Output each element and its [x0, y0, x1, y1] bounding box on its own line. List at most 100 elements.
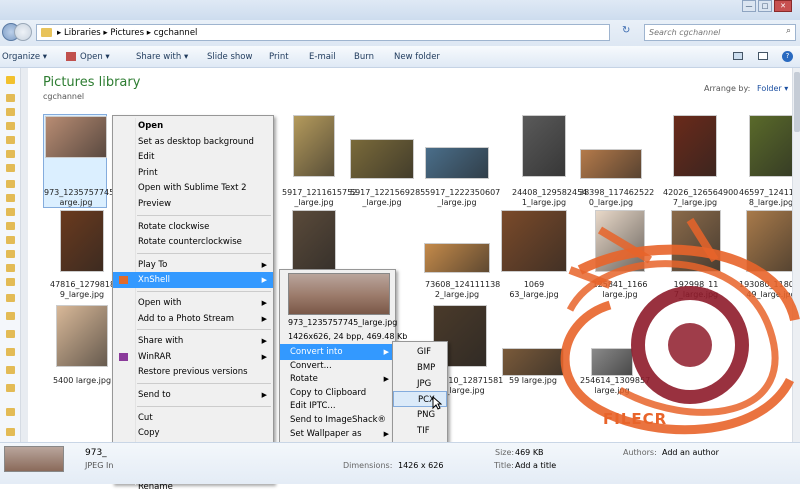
details-authors-field[interactable]: Add an author — [662, 448, 719, 457]
nav-folder-icon[interactable] — [6, 278, 15, 286]
nav-folder-icon[interactable] — [6, 312, 15, 320]
open-button[interactable]: Open ▾ — [80, 52, 110, 62]
format-item-gif[interactable]: GIF — [393, 344, 447, 360]
menu-separator — [137, 252, 271, 254]
slideshow-button[interactable]: Slide show — [207, 52, 252, 62]
thumbnail-image — [294, 116, 334, 176]
menu-item-preview[interactable]: Preview — [113, 196, 273, 212]
nav-folder-icon[interactable] — [6, 122, 15, 130]
details-dims-label: Dimensions: — [343, 461, 393, 470]
nav-folder-icon[interactable] — [6, 180, 15, 188]
library-subtitle: cgchannel — [43, 92, 85, 101]
thumbnail-caption: 47816_127981844 9_large.jpg — [50, 280, 126, 299]
thumbnail-image — [57, 306, 107, 366]
view-options-icon[interactable] — [733, 52, 743, 60]
nav-folder-icon[interactable] — [6, 94, 15, 102]
nav-folder-icon[interactable] — [6, 108, 15, 116]
menu-item-label: WinRAR — [138, 351, 172, 362]
nav-folder-icon[interactable] — [6, 264, 15, 272]
close-button[interactable]: ✕ — [774, 0, 792, 12]
nav-folder-icon[interactable] — [6, 330, 15, 338]
menu-item-open-with[interactable]: Open with ▶ — [113, 295, 273, 311]
context-menu: Open Set as desktop background Edit Print Op… — [112, 115, 274, 492]
breadcrumb-pictures[interactable]: Pictures — [110, 28, 144, 38]
nav-folder-icon[interactable] — [6, 164, 15, 172]
minimize-button[interactable]: — — [742, 0, 756, 12]
arrange-dropdown[interactable]: Folder ▾ — [757, 84, 788, 93]
organize-button[interactable]: Organize ▾ — [2, 52, 47, 62]
breadcrumb-libraries[interactable]: Libraries — [64, 28, 101, 38]
nav-folder-icon[interactable] — [6, 294, 15, 302]
address-box[interactable]: ▸ Libraries ▸ Pictures ▸ cgchannel — [36, 24, 610, 41]
scrollbar-thumb[interactable] — [794, 72, 800, 132]
menu-item-open-with-sublime-text-2[interactable]: Open with Sublime Text 2 — [113, 180, 273, 196]
help-icon[interactable]: ? — [782, 51, 793, 62]
search-box[interactable]: ⌕ — [644, 24, 796, 41]
xnshell-submenu: 973_1235757745_large.jpg 1426x626, 24 bp… — [279, 269, 407, 454]
menu-item-set-as-desktop-background[interactable]: Set as desktop background — [113, 134, 273, 150]
menu-item-edit[interactable]: Edit — [113, 149, 273, 165]
thumbnail-caption: 24408_129582454 1_large.jpg — [512, 188, 588, 207]
submenu-arrow-icon: ▶ — [261, 391, 267, 399]
nav-folder-icon[interactable] — [6, 222, 15, 230]
details-type: JPEG In — [85, 461, 114, 470]
menu-item-play-to[interactable]: Play To ▶ — [113, 257, 273, 273]
nav-folder-icon[interactable] — [6, 408, 15, 416]
breadcrumb-cgchannel[interactable]: cgchannel — [154, 28, 198, 38]
nav-folder-icon[interactable] — [6, 428, 15, 436]
watermark-text: FILECR — [603, 410, 668, 428]
submenu-arrow-icon: ▶ — [261, 337, 267, 346]
nav-folder-icon[interactable] — [6, 236, 15, 244]
nav-folder-icon[interactable] — [6, 250, 15, 258]
format-item-jpg[interactable]: JPG — [393, 376, 447, 392]
menu-item-rotate-counterclockwise[interactable]: Rotate counterclockwise — [113, 234, 273, 250]
menu-item-label: Edit — [138, 152, 155, 163]
navigation-pane — [0, 68, 20, 442]
menu-item-label: Set Wallpaper as — [290, 428, 362, 439]
refresh-button[interactable]: ↻ — [622, 25, 630, 36]
xnshell-info: 1426x626, 24 bpp, 469.48 Kb — [288, 332, 408, 341]
xnshell-icon — [119, 276, 128, 285]
maximize-button[interactable]: □ — [758, 0, 772, 12]
nav-folder-icon[interactable] — [6, 348, 15, 356]
search-input[interactable] — [645, 25, 775, 40]
menu-item-winrar[interactable]: WinRAR ▶ — [113, 349, 273, 365]
share-button[interactable]: Share with ▾ — [136, 52, 188, 62]
forward-button[interactable] — [14, 23, 32, 41]
thumbnail-caption: 46597_124117717 8_large.jpg — [739, 188, 800, 207]
menu-item-print[interactable]: Print — [113, 165, 273, 181]
menu-item-restore-previous-versions[interactable]: Restore previous versions — [113, 364, 273, 380]
nav-folder-icon[interactable] — [6, 150, 15, 158]
menu-item-open[interactable]: Open — [113, 118, 273, 134]
menu-item-label: Rotate counterclockwise — [138, 237, 242, 248]
image-thumbnail[interactable]: 973_1235757745_l arge.jpg — [43, 114, 120, 208]
menu-item-rotate-clockwise[interactable]: Rotate clockwise — [113, 219, 273, 235]
favorites-star-icon[interactable] — [6, 76, 15, 84]
menu-item-label: Open with Sublime Text 2 — [138, 183, 247, 194]
menu-item-send-to[interactable]: Send to ▶ — [113, 387, 273, 403]
menu-item-xnshell[interactable]: XnShell ▶ — [113, 272, 273, 289]
submenu-arrow-icon: ▶ — [261, 276, 267, 285]
nav-folder-icon[interactable] — [6, 384, 15, 392]
menu-item-label: Share with — [138, 336, 184, 347]
nav-folder-icon[interactable] — [6, 136, 15, 144]
nav-folder-icon[interactable] — [6, 194, 15, 202]
burn-button[interactable]: Burn — [354, 52, 374, 62]
preview-pane-icon[interactable] — [758, 52, 768, 60]
menu-item-share-with[interactable]: Share with ▶ — [113, 333, 273, 349]
newfolder-button[interactable]: New folder — [394, 52, 440, 62]
menu-item-cut[interactable]: Cut — [113, 410, 273, 426]
format-item-tif[interactable]: TIF — [393, 423, 447, 439]
format-item-bmp[interactable]: BMP — [393, 360, 447, 376]
menu-item-copy[interactable]: Copy — [113, 425, 273, 441]
menu-item-label: Rotate clockwise — [138, 221, 210, 232]
nav-folder-icon[interactable] — [6, 366, 15, 374]
print-button[interactable]: Print — [269, 52, 289, 62]
submenu-arrow-icon: ▶ — [261, 299, 267, 307]
nav-folder-icon[interactable] — [6, 208, 15, 216]
email-button[interactable]: E-mail — [309, 52, 336, 62]
address-bar-row: ▸ Libraries ▸ Pictures ▸ cgchannel ↻ ⌕ — [0, 20, 800, 46]
details-title-field[interactable]: Add a title — [515, 461, 556, 470]
menu-item-add-to-a-photo-stream[interactable]: Add to a Photo Stream ▶ — [113, 311, 273, 327]
nav-scrollbar[interactable] — [20, 68, 28, 442]
